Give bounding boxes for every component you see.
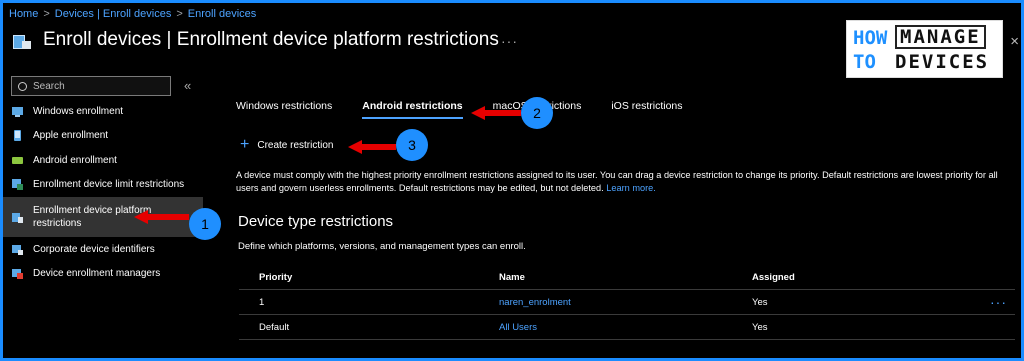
apple-icon: [14, 130, 21, 142]
row-more-options-icon[interactable]: ···: [990, 294, 1007, 310]
collapse-sidebar-icon[interactable]: «: [184, 78, 191, 93]
sidebar-item-apple-enrollment[interactable]: Apple enrollment: [3, 124, 203, 149]
cell-assigned: Yes: [752, 321, 768, 333]
tab-android-restrictions[interactable]: Android restrictions: [362, 100, 463, 119]
description-text: A device must comply with the highest pr…: [236, 169, 1016, 195]
sidebar-item-label: Device enrollment managers: [33, 268, 161, 280]
column-header-name[interactable]: Name: [499, 272, 752, 283]
create-restriction-label: Create restriction: [257, 139, 334, 151]
sidebar-item-android-enrollment[interactable]: Android enrollment: [3, 148, 203, 173]
cell-priority: Default: [259, 321, 290, 333]
breadcrumb-devices[interactable]: Devices | Enroll devices: [55, 8, 172, 20]
cell-name-link[interactable]: naren_enrolment: [499, 297, 752, 308]
table-row[interactable]: 1 naren_enrolment Yes ···: [239, 290, 1015, 315]
tab-windows-restrictions[interactable]: Windows restrictions: [236, 100, 332, 119]
android-icon: [12, 156, 23, 164]
enroll-devices-icon: [11, 29, 33, 51]
learn-more-link[interactable]: Learn more.: [606, 183, 656, 193]
annotation-marker-1: 1: [189, 208, 221, 240]
limit-icon: [12, 179, 23, 191]
close-icon[interactable]: ×: [1010, 33, 1019, 50]
section-subtitle: Define which platforms, versions, and ma…: [238, 241, 526, 252]
cell-assigned: Yes: [752, 296, 768, 308]
sidebar-item-label: Corporate device identifiers: [33, 243, 155, 255]
corporate-icon: [12, 244, 23, 255]
windows-icon: [12, 106, 23, 117]
cell-name-link[interactable]: All Users: [499, 322, 752, 333]
sidebar-item-windows-enrollment[interactable]: Windows enrollment: [3, 99, 203, 124]
page-header: Enroll devices | Enrollment device platf…: [11, 29, 499, 51]
sidebar-item-label: Android enrollment: [33, 154, 117, 166]
arrow-shaft: [360, 144, 396, 150]
annotation-marker-2: 2: [521, 97, 553, 129]
logo-devices: DEVICES: [895, 51, 990, 73]
breadcrumb-separator: >: [176, 8, 183, 20]
search-box[interactable]: [11, 76, 171, 96]
sidebar-item-device-enrollment-managers[interactable]: Device enrollment managers: [3, 262, 203, 287]
sidebar-item-corporate-device-identifiers[interactable]: Corporate device identifiers: [3, 237, 203, 262]
create-restriction-button[interactable]: + Create restriction: [240, 136, 334, 153]
annotation-arrow-2: [471, 106, 521, 120]
sidebar-item-label: Apple enrollment: [33, 130, 109, 142]
column-header-priority[interactable]: Priority: [239, 272, 499, 283]
page-title: Enroll devices | Enrollment device platf…: [43, 29, 499, 50]
howtomanagedevices-logo: HOW TO MANAGE DEVICES: [846, 20, 1003, 78]
sidebar-item-label: Enrollment device limit restrictions: [33, 179, 185, 191]
managers-icon: [12, 269, 23, 280]
plus-icon: +: [240, 136, 250, 153]
arrow-shaft: [483, 110, 521, 116]
search-input[interactable]: [33, 80, 153, 92]
breadcrumb-separator: >: [43, 8, 50, 20]
cell-priority: 1: [259, 296, 265, 308]
breadcrumb-enroll-devices[interactable]: Enroll devices: [188, 8, 256, 20]
column-header-assigned[interactable]: Assigned: [752, 272, 972, 283]
sidebar-item-enrollment-device-limit-restrictions[interactable]: Enrollment device limit restrictions: [3, 173, 203, 198]
annotation-marker-3: 3: [396, 129, 428, 161]
table-row[interactable]: Default All Users Yes: [239, 315, 1015, 340]
more-options-icon[interactable]: ···: [501, 33, 518, 49]
logo-to: TO: [853, 51, 876, 73]
logo-how: HOW: [853, 27, 888, 49]
annotation-arrow-3: [348, 140, 396, 154]
restrictions-table: Priority Name Assigned 1 naren_enrolment…: [239, 265, 1015, 340]
portal-window: Home > Devices | Enroll devices > Enroll dev…: [3, 3, 1021, 358]
table-header-row: Priority Name Assigned: [239, 265, 1015, 290]
annotation-arrow-1: [134, 210, 189, 224]
platform-icon: [12, 212, 23, 223]
section-title: Device type restrictions: [238, 213, 394, 230]
breadcrumb-home[interactable]: Home: [9, 8, 38, 20]
tab-ios-restrictions[interactable]: iOS restrictions: [611, 100, 682, 119]
breadcrumb: Home > Devices | Enroll devices > Enroll dev…: [9, 8, 256, 20]
search-icon: [18, 81, 27, 91]
sidebar: Windows enrollment Apple enrollment Andr…: [3, 99, 203, 286]
arrow-shaft: [146, 214, 189, 220]
logo-manage: MANAGE: [895, 25, 986, 49]
sidebar-item-label: Windows enrollment: [33, 105, 124, 117]
